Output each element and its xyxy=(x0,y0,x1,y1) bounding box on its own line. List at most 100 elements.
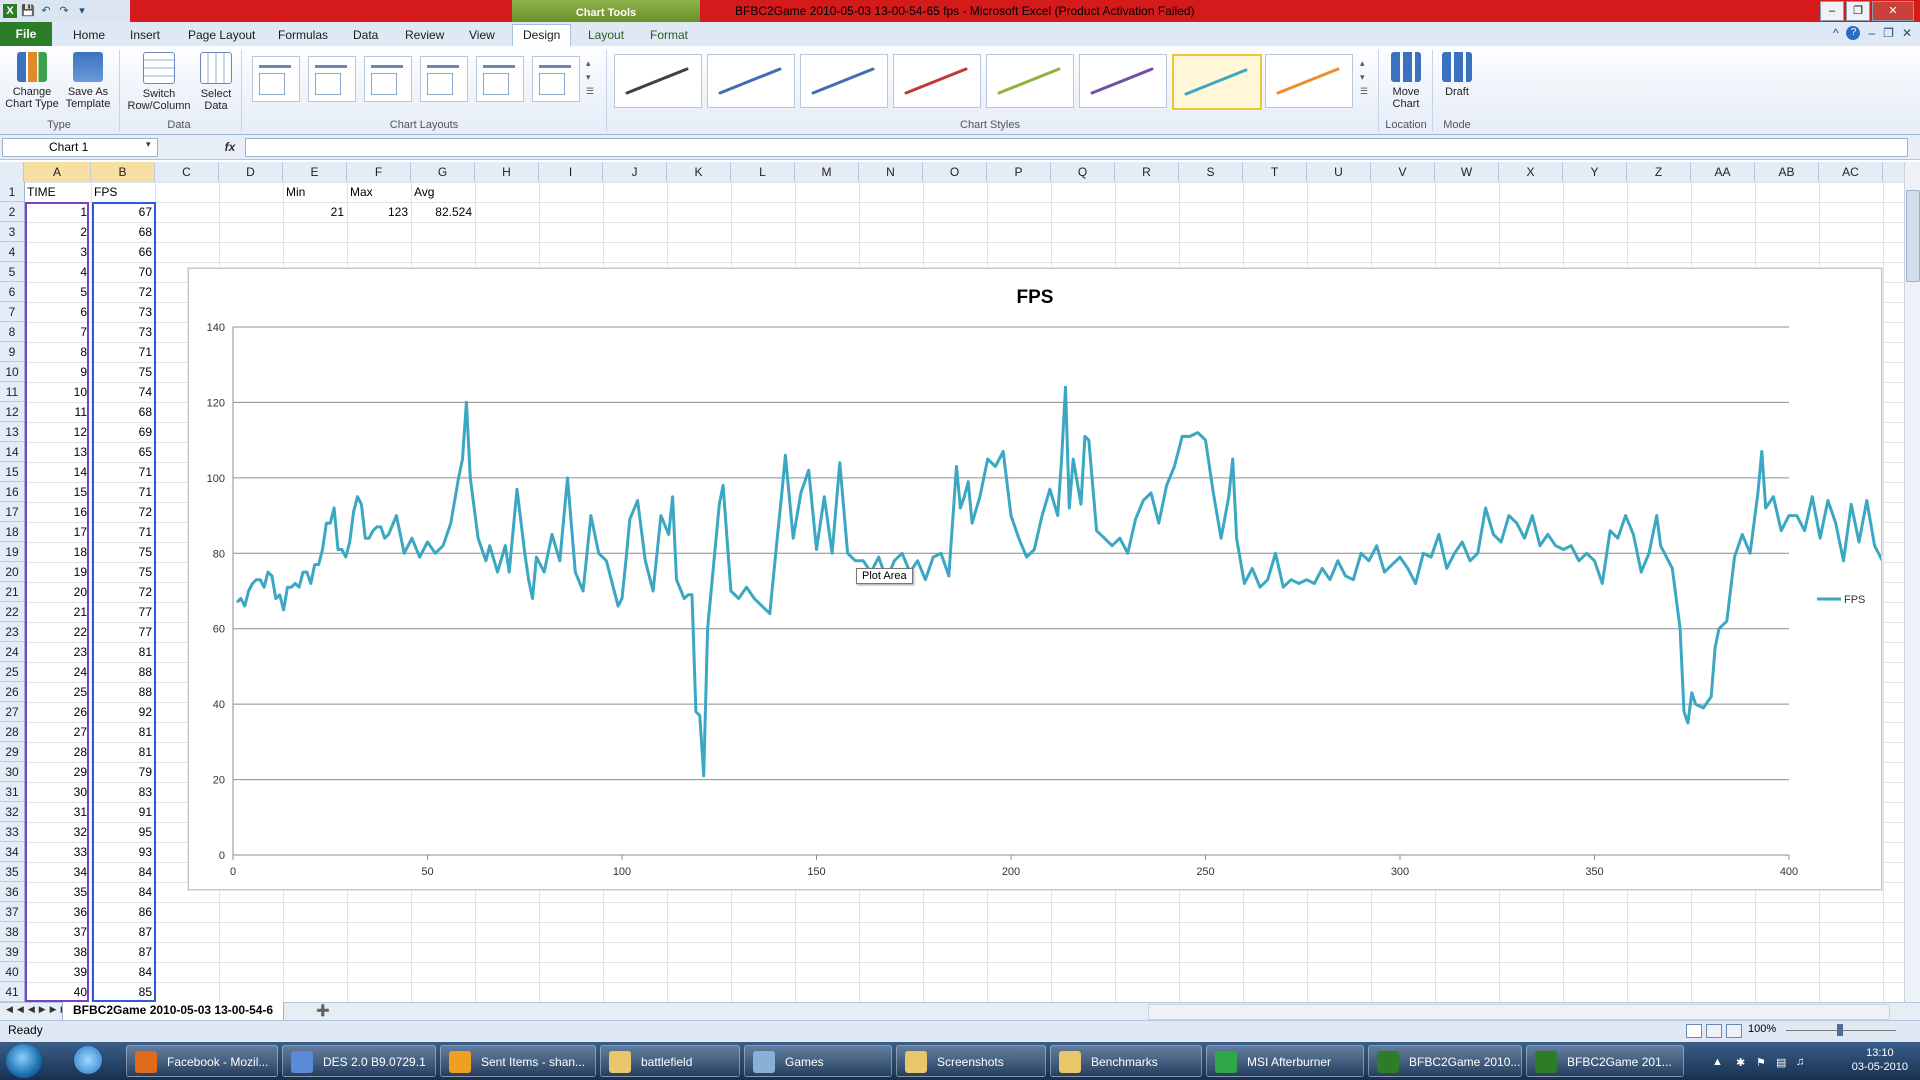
insert-function-icon[interactable]: fx xyxy=(222,139,238,155)
row-header-12[interactable]: 12 xyxy=(0,402,24,422)
taskbar-item[interactable]: Facebook - Mozil... xyxy=(126,1045,278,1077)
draft-mode-button[interactable]: Draft xyxy=(1438,52,1476,98)
show-hidden-icons-icon[interactable]: ▲ xyxy=(1712,1056,1723,1068)
vertical-scroll-thumb[interactable] xyxy=(1906,190,1920,282)
row-header-7[interactable]: 7 xyxy=(0,302,24,322)
column-header-x[interactable]: X xyxy=(1499,162,1563,182)
row-header-3[interactable]: 3 xyxy=(0,222,24,242)
row-header-4[interactable]: 4 xyxy=(0,242,24,262)
column-header-ab[interactable]: AB xyxy=(1755,162,1819,182)
tab-page-layout[interactable]: Page Layout xyxy=(188,28,255,42)
page-layout-view-icon[interactable] xyxy=(1706,1024,1722,1038)
chart-layout-6[interactable] xyxy=(532,56,580,102)
chart-style-8[interactable] xyxy=(1265,54,1353,108)
chart-style-4[interactable] xyxy=(893,54,981,108)
row-header-38[interactable]: 38 xyxy=(0,922,24,942)
cell-e1-min-label[interactable]: Min xyxy=(286,182,305,202)
taskbar-item[interactable]: DES 2.0 B9.0729.1 xyxy=(282,1045,436,1077)
layouts-scroll-icon[interactable]: ▴ ▾ ☰ xyxy=(586,56,594,98)
cell-a1-header[interactable]: TIME xyxy=(27,182,56,202)
tab-view[interactable]: View xyxy=(469,28,495,42)
tab-format[interactable]: Format xyxy=(650,28,688,42)
chart-title[interactable]: FPS xyxy=(1017,287,1054,308)
tab-insert[interactable]: Insert xyxy=(130,28,160,42)
row-header-20[interactable]: 20 xyxy=(0,562,24,582)
tab-review[interactable]: Review xyxy=(405,28,444,42)
row-header-39[interactable]: 39 xyxy=(0,942,24,962)
row-header-18[interactable]: 18 xyxy=(0,522,24,542)
horizontal-scrollbar[interactable] xyxy=(1148,1004,1890,1020)
row-header-21[interactable]: 21 xyxy=(0,582,24,602)
row-header-28[interactable]: 28 xyxy=(0,722,24,742)
column-header-o[interactable]: O xyxy=(923,162,987,182)
switch-row-column-button[interactable]: Switch Row/Column xyxy=(122,52,196,112)
chart-layout-1[interactable] xyxy=(252,56,300,102)
column-header-h[interactable]: H xyxy=(475,162,539,182)
zoom-level[interactable]: 100% xyxy=(1748,1023,1776,1035)
column-header-s[interactable]: S xyxy=(1179,162,1243,182)
internet-explorer-icon[interactable] xyxy=(74,1046,102,1074)
chart-style-5[interactable] xyxy=(986,54,1074,108)
chart-layout-4[interactable] xyxy=(420,56,468,102)
column-header-t[interactable]: T xyxy=(1243,162,1307,182)
chart-layout-3[interactable] xyxy=(364,56,412,102)
restore-icon[interactable]: ❐ xyxy=(1846,1,1870,21)
taskbar-item[interactable]: Screenshots xyxy=(896,1045,1046,1077)
name-box[interactable]: Chart 1 xyxy=(2,138,158,157)
row-header-19[interactable]: 19 xyxy=(0,542,24,562)
column-header-i[interactable]: I xyxy=(539,162,603,182)
row-header-22[interactable]: 22 xyxy=(0,602,24,622)
cell-f2-max-value[interactable]: 123 xyxy=(348,202,408,222)
chart-style-1[interactable] xyxy=(614,54,702,108)
column-header-a[interactable]: A xyxy=(24,162,91,182)
bluetooth-icon[interactable]: ✱ xyxy=(1736,1056,1745,1069)
column-header-m[interactable]: M xyxy=(795,162,859,182)
tab-design[interactable]: Design xyxy=(512,24,572,47)
taskbar-item[interactable]: battlefield xyxy=(600,1045,740,1077)
name-box-dropdown-icon[interactable]: ▾ xyxy=(146,139,151,150)
column-header-b[interactable]: B xyxy=(91,162,155,182)
tab-formulas[interactable]: Formulas xyxy=(278,28,328,42)
customize-qat-icon[interactable]: ▾ xyxy=(75,4,89,18)
row-header-8[interactable]: 8 xyxy=(0,322,24,342)
cell-b1-header[interactable]: FPS xyxy=(94,182,117,202)
tab-layout[interactable]: Layout xyxy=(588,28,624,42)
column-header-l[interactable]: L xyxy=(731,162,795,182)
column-header-v[interactable]: V xyxy=(1371,162,1435,182)
chart-style-2[interactable] xyxy=(707,54,795,108)
row-header-13[interactable]: 13 xyxy=(0,422,24,442)
normal-view-icon[interactable] xyxy=(1686,1024,1702,1038)
clock[interactable]: 13:10 03-05-2010 xyxy=(1852,1046,1908,1074)
move-chart-button[interactable]: Move Chart xyxy=(1384,52,1428,110)
column-header-j[interactable]: J xyxy=(603,162,667,182)
vertical-scrollbar[interactable] xyxy=(1904,162,1920,1002)
row-header-5[interactable]: 5 xyxy=(0,262,24,282)
column-header-q[interactable]: Q xyxy=(1051,162,1115,182)
volume-icon[interactable]: ♫ xyxy=(1796,1056,1804,1068)
row-header-40[interactable]: 40 xyxy=(0,962,24,982)
select-data-button[interactable]: Select Data xyxy=(196,52,236,112)
row-header-2[interactable]: 2 xyxy=(0,202,24,222)
row-header-24[interactable]: 24 xyxy=(0,642,24,662)
column-header-w[interactable]: W xyxy=(1435,162,1499,182)
column-header-p[interactable]: P xyxy=(987,162,1051,182)
column-header-y[interactable]: Y xyxy=(1563,162,1627,182)
column-header-c[interactable]: C xyxy=(155,162,219,182)
row-header-9[interactable]: 9 xyxy=(0,342,24,362)
excel-app-icon[interactable]: X xyxy=(3,4,17,18)
taskbar-item[interactable]: BFBC2Game 2010... xyxy=(1368,1045,1522,1077)
row-header-30[interactable]: 30 xyxy=(0,762,24,782)
row-header-33[interactable]: 33 xyxy=(0,822,24,842)
tab-file[interactable]: File xyxy=(0,22,52,46)
row-header-37[interactable]: 37 xyxy=(0,902,24,922)
column-header-e[interactable]: E xyxy=(283,162,347,182)
row-header-36[interactable]: 36 xyxy=(0,882,24,902)
styles-scroll-icon[interactable]: ▴ ▾ ☰ xyxy=(1360,56,1368,98)
row-header-34[interactable]: 34 xyxy=(0,842,24,862)
row-header-35[interactable]: 35 xyxy=(0,862,24,882)
row-header-15[interactable]: 15 xyxy=(0,462,24,482)
help-icon[interactable]: ? xyxy=(1846,26,1861,40)
chart-area[interactable]: FPS 0 20 40 60 80 100 120 140 0 50 100 150 200 250 300 3… xyxy=(188,268,1882,890)
row-header-14[interactable]: 14 xyxy=(0,442,24,462)
row-header-32[interactable]: 32 xyxy=(0,802,24,822)
